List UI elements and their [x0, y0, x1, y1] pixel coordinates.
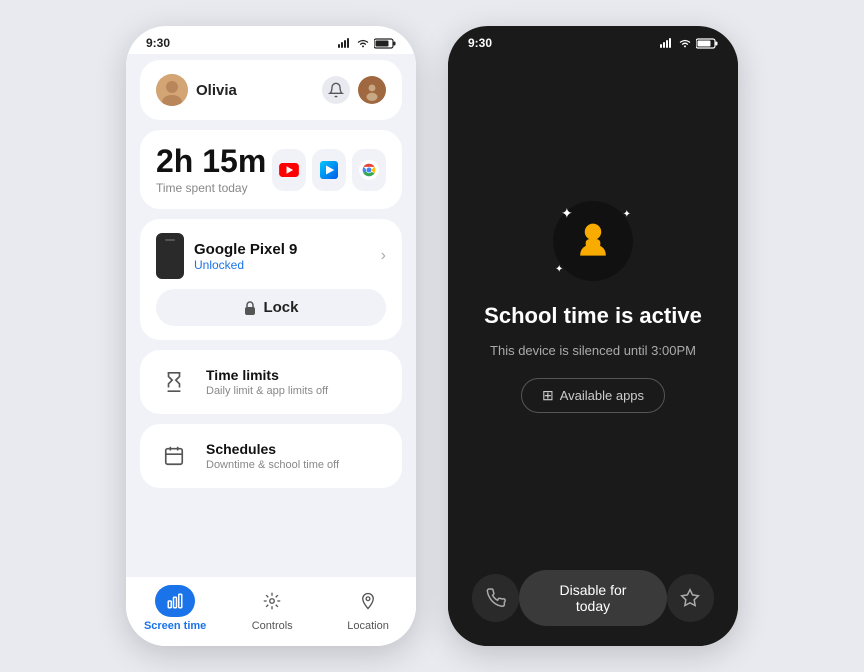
- signal-icon: [338, 38, 352, 48]
- youtube-icon: [272, 149, 306, 191]
- sparkle-tr: ✦: [623, 209, 631, 220]
- lock-icon: [243, 300, 257, 316]
- status-icons-dark: [660, 38, 718, 49]
- battery-icon-dark: [696, 38, 718, 49]
- device-text: Google Pixel 9 Unlocked: [194, 241, 297, 272]
- school-time-subtitle: This device is silenced until 3:00PM: [490, 343, 696, 358]
- disable-for-today-button[interactable]: Disable for today: [519, 570, 666, 626]
- available-apps-label: Available apps: [560, 388, 644, 403]
- device-info: Google Pixel 9 Unlocked: [156, 233, 297, 279]
- avatar-row: Olivia: [156, 74, 237, 106]
- screen-time-label: Screen time: [144, 620, 206, 632]
- controls-icon: [252, 585, 292, 617]
- lock-button[interactable]: Lock: [156, 289, 386, 326]
- phone-dark: 9:30 ✦ ✦ ✦: [448, 26, 738, 646]
- wifi-icon-dark: [678, 38, 692, 48]
- device-row[interactable]: Google Pixel 9 Unlocked ›: [156, 233, 386, 279]
- hourglass-icon: [156, 364, 192, 400]
- avatar-image: [156, 74, 188, 106]
- header-card: Olivia: [140, 60, 402, 120]
- app-icons-row: [272, 149, 386, 191]
- chrome-icon: [352, 149, 386, 191]
- location-icon: [348, 585, 388, 617]
- bottom-nav: Screen time Controls Location: [126, 576, 416, 646]
- user-name: Olivia: [196, 82, 237, 99]
- grid-icon: ⊞: [542, 387, 554, 404]
- dark-bottom-bar: Disable for today: [448, 560, 738, 646]
- status-time: 9:30: [146, 36, 170, 50]
- avatar: [156, 74, 188, 106]
- nav-location[interactable]: Location: [338, 585, 398, 632]
- phone-light: 9:30: [126, 26, 416, 646]
- status-time-dark: 9:30: [468, 36, 492, 50]
- time-info: 2h 15m Time spent today: [156, 144, 266, 195]
- phone-content-light: Olivia: [126, 54, 416, 576]
- device-phone-icon: [156, 233, 184, 279]
- status-bar-light: 9:30: [126, 26, 416, 54]
- play-icon: [312, 149, 346, 191]
- time-spent-value: 2h 15m: [156, 144, 266, 179]
- sparkle-bl: ✦: [555, 264, 563, 275]
- status-icons: [338, 38, 396, 49]
- device-name: Google Pixel 9: [194, 241, 297, 258]
- time-limits-card[interactable]: Time limits Daily limit & app limits off: [140, 350, 402, 414]
- device-status: Unlocked: [194, 258, 297, 272]
- bell-icon[interactable]: [322, 76, 350, 104]
- controls-label: Controls: [252, 620, 293, 632]
- calendar-icon: [156, 438, 192, 474]
- call-button[interactable]: [472, 574, 519, 622]
- nav-screen-time[interactable]: Screen time: [144, 585, 206, 632]
- location-label: Location: [347, 620, 389, 632]
- time-limits-title: Time limits: [206, 367, 328, 383]
- schedules-text: Schedules Downtime & school time off: [206, 441, 339, 471]
- profile-icon[interactable]: [358, 76, 386, 104]
- nav-controls[interactable]: Controls: [242, 585, 302, 632]
- battery-icon: [374, 38, 396, 49]
- school-time-title: School time is active: [484, 303, 702, 329]
- diamond-button[interactable]: [667, 574, 714, 622]
- school-icon-circle: ✦ ✦ ✦: [553, 201, 633, 281]
- dark-content: ✦ ✦ ✦ School time is active This device …: [448, 54, 738, 560]
- sparkle-tl: ✦: [561, 205, 573, 222]
- status-bar-dark: 9:30: [448, 26, 738, 54]
- time-spent-label: Time spent today: [156, 181, 266, 195]
- chevron-icon: ›: [381, 247, 386, 265]
- student-icon: [571, 219, 615, 263]
- schedules-title: Schedules: [206, 441, 339, 457]
- device-card: Google Pixel 9 Unlocked › Lock: [140, 219, 402, 340]
- time-limits-sub: Daily limit & app limits off: [206, 385, 328, 397]
- time-limits-text: Time limits Daily limit & app limits off: [206, 367, 328, 397]
- signal-icon-dark: [660, 38, 674, 48]
- disable-btn-label: Disable for today: [560, 582, 627, 614]
- wifi-icon: [356, 38, 370, 48]
- schedules-card[interactable]: Schedules Downtime & school time off: [140, 424, 402, 488]
- header-icons: [322, 76, 386, 104]
- screen-time-icon: [155, 585, 195, 617]
- schedules-sub: Downtime & school time off: [206, 459, 339, 471]
- available-apps-button[interactable]: ⊞ Available apps: [521, 378, 665, 413]
- time-spent-card: 2h 15m Time spent today: [140, 130, 402, 209]
